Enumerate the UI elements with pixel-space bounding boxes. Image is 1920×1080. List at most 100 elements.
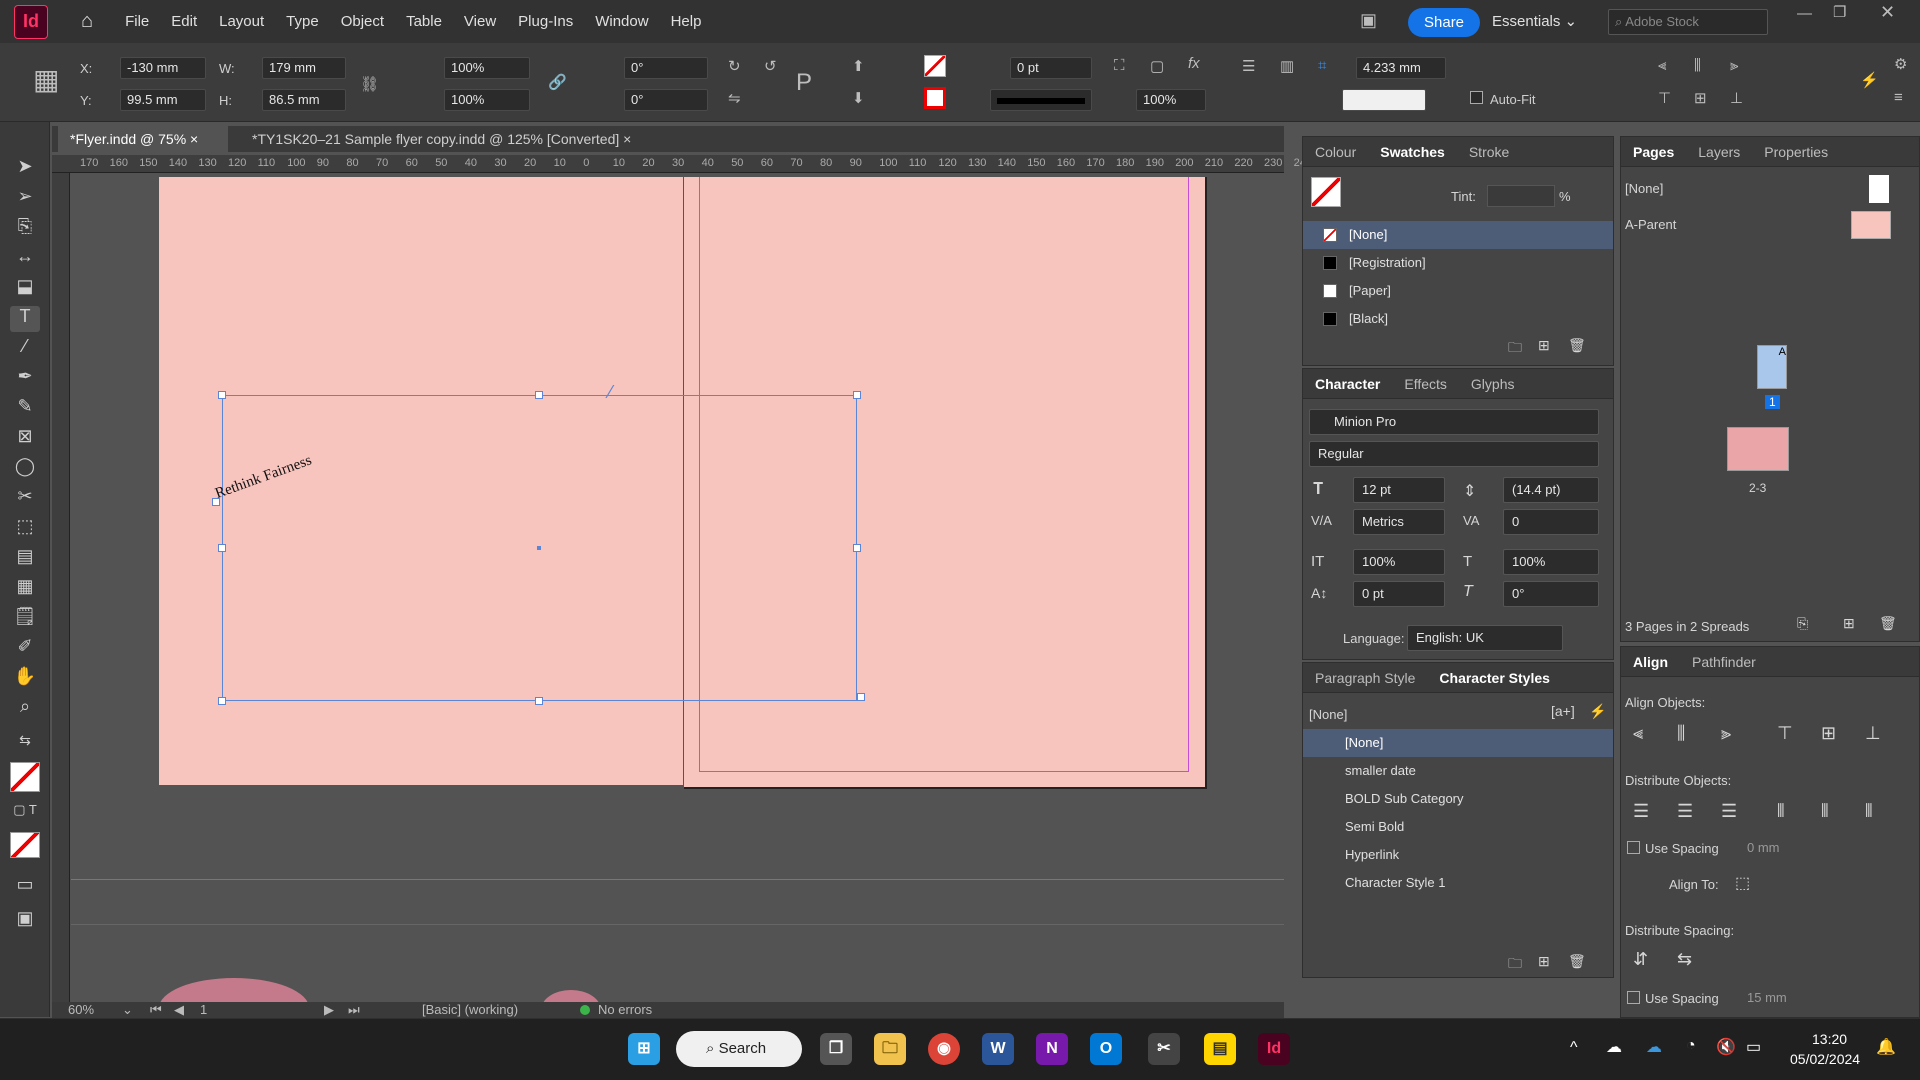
ellipse-tool-icon[interactable]: ◯ bbox=[10, 456, 40, 482]
tab-character-styles[interactable]: Character Styles bbox=[1427, 670, 1562, 686]
task-view-icon[interactable]: ❐ bbox=[820, 1033, 852, 1065]
stroke-swatch-icon[interactable] bbox=[924, 87, 946, 109]
leading-field[interactable]: (14.4 pt) bbox=[1503, 477, 1599, 503]
none-parent-thumb[interactable] bbox=[1869, 175, 1889, 203]
apply-none-icon[interactable] bbox=[10, 832, 40, 858]
opacity-field[interactable]: 100% bbox=[1136, 89, 1206, 111]
indesign-taskbar-icon[interactable]: Id bbox=[1258, 1033, 1290, 1065]
shear-field[interactable]: 0° bbox=[624, 89, 708, 111]
line-tool-icon[interactable]: ⁄ bbox=[10, 336, 40, 362]
tab-close-icon[interactable]: × bbox=[190, 131, 198, 147]
panel-menu-icon[interactable]: ≡ bbox=[1894, 89, 1903, 106]
tab-flyer[interactable]: *Flyer.indd @ 75% × bbox=[58, 126, 228, 152]
align-v-centers-icon[interactable]: ⊞ bbox=[1821, 723, 1836, 744]
rectangle-frame-tool-icon[interactable]: ⊠ bbox=[10, 426, 40, 452]
distribute-top-icon[interactable]: ☰ bbox=[1633, 801, 1649, 822]
stroke-type-dropdown[interactable] bbox=[990, 89, 1092, 111]
swatch-row[interactable]: [Paper] bbox=[1303, 277, 1613, 305]
align-left-edges-icon[interactable]: ⫷ bbox=[1633, 723, 1643, 744]
style-row[interactable]: Semi Bold bbox=[1303, 813, 1613, 841]
onedrive-business-icon[interactable]: ☁ bbox=[1646, 1037, 1662, 1057]
zoom-tool-icon[interactable]: ⌕ bbox=[10, 696, 40, 722]
adobe-stock-search[interactable]: ⌕ Adobe Stock bbox=[1608, 9, 1768, 35]
onedrive-icon[interactable]: ☁ bbox=[1606, 1037, 1622, 1057]
page-number[interactable]: 1 bbox=[200, 1002, 207, 1017]
constrain-link-icon[interactable]: ⛓ bbox=[360, 75, 379, 93]
delete-icon[interactable]: 🗑 bbox=[1568, 953, 1586, 970]
align-right-edges-icon[interactable]: ⫸ bbox=[1721, 723, 1731, 744]
frame-handle[interactable] bbox=[218, 544, 226, 552]
reference-point-icon[interactable]: ▦ bbox=[33, 63, 59, 96]
skew-field[interactable]: 0° bbox=[1503, 581, 1599, 607]
align-top-icon[interactable]: ⊤ bbox=[1658, 89, 1671, 107]
frame-fitting-icon[interactable]: ⛶ bbox=[1114, 57, 1125, 74]
snipping-tool-icon[interactable]: ✂ bbox=[1148, 1033, 1180, 1065]
volume-muted-icon[interactable]: 🔇 bbox=[1716, 1037, 1736, 1057]
a-parent-thumb[interactable] bbox=[1851, 211, 1891, 239]
align-left-icon[interactable]: ⫷ bbox=[1658, 57, 1666, 74]
columns-icon[interactable]: ▥ bbox=[1280, 57, 1294, 75]
direct-selection-tool-icon[interactable]: ➢ bbox=[10, 186, 40, 212]
scale-y-field[interactable]: 100% bbox=[444, 89, 530, 111]
frame-handle[interactable] bbox=[853, 391, 861, 399]
distribute-right-icon[interactable]: ⫴ bbox=[1865, 801, 1873, 822]
preview-mode-icon[interactable]: ▣ bbox=[10, 908, 40, 934]
delete-page-icon[interactable]: 🗑 bbox=[1879, 615, 1897, 632]
share-button[interactable]: Share bbox=[1408, 8, 1481, 37]
frame-handle[interactable] bbox=[535, 697, 543, 705]
gap-tool-icon[interactable]: ↔ bbox=[10, 246, 40, 272]
prev-page-icon[interactable]: ◀ bbox=[174, 1002, 184, 1018]
tab-glyphs[interactable]: Glyphs bbox=[1459, 376, 1527, 392]
vertical-scale-field[interactable]: 100% bbox=[1353, 549, 1445, 575]
word-icon[interactable]: W bbox=[982, 1033, 1014, 1065]
content-collector-icon[interactable]: ⬓ bbox=[10, 276, 40, 302]
swatch-row[interactable]: [None] bbox=[1303, 221, 1613, 249]
rotate-field[interactable]: 0° bbox=[624, 57, 708, 79]
align-top-edges-icon[interactable]: ⊤ bbox=[1777, 723, 1793, 744]
align-bottom-icon[interactable]: ⊥ bbox=[1730, 89, 1743, 107]
close-icon[interactable]: ✕ bbox=[1880, 2, 1895, 23]
font-size-field[interactable]: 12 pt bbox=[1353, 477, 1445, 503]
windows-start-icon[interactable]: ⊞ bbox=[628, 1033, 660, 1065]
distribute-v-space-icon[interactable]: ⇵ bbox=[1633, 949, 1648, 970]
align-bottom-edges-icon[interactable]: ⊥ bbox=[1865, 723, 1881, 744]
clock-date[interactable]: 05/02/2024 bbox=[1790, 1051, 1860, 1067]
workspace-switcher[interactable]: Essentials ⌄ bbox=[1492, 12, 1577, 30]
gradient-feather-tool-icon[interactable]: ▦ bbox=[10, 576, 40, 602]
hand-tool-icon[interactable]: ✋ bbox=[10, 666, 40, 692]
menu-object[interactable]: Object bbox=[330, 13, 395, 30]
scissors-tool-icon[interactable]: ✂ bbox=[10, 486, 40, 512]
distribute-h-center-icon[interactable]: ⫴ bbox=[1821, 801, 1829, 822]
zoom-dropdown-icon[interactable]: ⌄ bbox=[122, 1002, 133, 1018]
wifi-icon[interactable]: ◔ bbox=[1686, 1037, 1696, 1055]
preflight-errors[interactable]: No errors bbox=[598, 1002, 652, 1017]
tab-character[interactable]: Character bbox=[1303, 376, 1392, 392]
screen-mode-icon[interactable]: ▣ bbox=[1360, 10, 1377, 31]
tracking-field[interactable]: 0 bbox=[1503, 509, 1599, 535]
stroke-weight-field[interactable]: 0 pt bbox=[1010, 57, 1092, 79]
frame-handle[interactable] bbox=[857, 693, 865, 701]
frame-handle[interactable] bbox=[535, 391, 543, 399]
last-page-icon[interactable]: ⏭ bbox=[348, 1002, 360, 1018]
style-row[interactable]: Character Style 1 bbox=[1303, 869, 1613, 897]
scale-x-field[interactable]: 100% bbox=[444, 57, 530, 79]
delete-icon[interactable]: 🗑 bbox=[1568, 337, 1586, 354]
next-page-icon[interactable]: ▶ bbox=[324, 1002, 334, 1018]
distribute-left-icon[interactable]: ⫴ bbox=[1777, 801, 1785, 822]
clock-time[interactable]: 13:20 bbox=[1812, 1031, 1847, 1047]
page-tool-icon[interactable]: ⎘ bbox=[10, 216, 40, 242]
type-on-path-icon[interactable]: P bbox=[796, 69, 812, 97]
battery-icon[interactable]: ▭ bbox=[1746, 1037, 1761, 1057]
tab-align[interactable]: Align bbox=[1621, 654, 1680, 670]
first-page-icon[interactable]: ⏮ bbox=[150, 1002, 162, 1018]
swatch-row[interactable]: [Black] bbox=[1303, 305, 1613, 333]
select-container-icon[interactable]: ⬆ bbox=[852, 57, 865, 75]
none-parent-label[interactable]: [None] bbox=[1625, 181, 1663, 196]
effects-icon[interactable]: fx bbox=[1188, 55, 1200, 72]
fill-stroke-swap-icon[interactable]: ⇆ bbox=[10, 732, 40, 758]
zoom-level[interactable]: 60% bbox=[68, 1002, 94, 1017]
menu-help[interactable]: Help bbox=[660, 13, 713, 30]
rotate-cw-icon[interactable]: ↻ bbox=[728, 57, 741, 75]
menu-type[interactable]: Type bbox=[275, 13, 330, 30]
frame-handle[interactable] bbox=[853, 544, 861, 552]
